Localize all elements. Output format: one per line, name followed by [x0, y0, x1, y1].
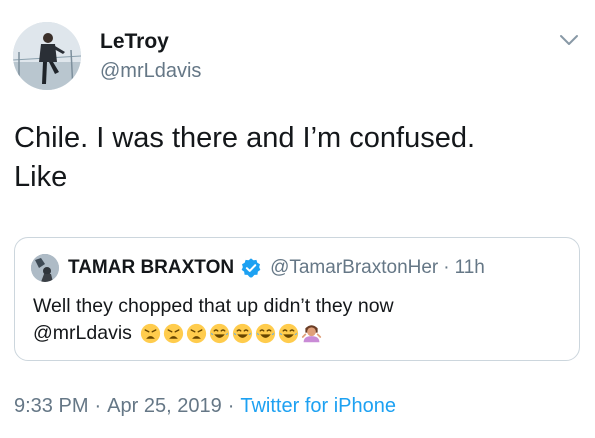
quoted-avatar[interactable]	[31, 254, 59, 282]
quoted-mention[interactable]: @mrLdavis	[33, 320, 132, 347]
tears-of-joy-icon	[232, 323, 253, 344]
weary-face-icon	[163, 323, 184, 344]
avatar-photo	[13, 22, 81, 90]
quoted-display-name[interactable]: TAMAR BRAXTON	[68, 257, 234, 279]
quoted-header: TAMAR BRAXTON @TamarBraxtonHer · 11h	[68, 255, 485, 281]
quoted-avatar-photo	[31, 254, 59, 282]
emoji-row	[140, 323, 324, 344]
quoted-text-line-1: Well they chopped that up didn’t they no…	[33, 295, 394, 317]
quoted-text: Well they chopped that up didn’t they no…	[33, 293, 573, 347]
weary-face-icon	[140, 323, 161, 344]
tears-of-joy-icon	[278, 323, 299, 344]
chevron-down-icon[interactable]	[558, 32, 580, 48]
quoted-timestamp[interactable]: 11h	[455, 257, 485, 279]
tears-of-joy-icon	[255, 323, 276, 344]
tears-of-joy-icon	[209, 323, 230, 344]
meta-separator: ·	[94, 394, 102, 417]
quoted-separator: ·	[443, 257, 450, 278]
quoted-handle[interactable]: @TamarBraxtonHer	[270, 257, 438, 279]
meta-separator: ·	[227, 394, 235, 417]
quoted-tweet[interactable]: TAMAR BRAXTON @TamarBraxtonHer · 11h Wel…	[14, 237, 580, 361]
avatar[interactable]	[13, 22, 81, 90]
author-display-name[interactable]: LeTroy	[100, 30, 169, 54]
person-shrugging-icon	[301, 325, 322, 343]
tweet-time[interactable]: 9:33 PM	[14, 395, 88, 418]
verified-badge-icon	[241, 258, 261, 278]
tweet-text: Chile. I was there and I’m confused. Lik…	[14, 122, 476, 193]
tweet-meta: 9:33 PM · Apr 25, 2019 · Twitter for iPh…	[14, 393, 396, 419]
author-handle[interactable]: @mrLdavis	[100, 59, 201, 83]
tweet-source-link[interactable]: Twitter for iPhone	[240, 395, 396, 418]
weary-face-icon	[186, 323, 207, 344]
tweet-card: LeTroy @mrLdavis Chile. I was there and …	[0, 0, 595, 438]
tweet-date[interactable]: Apr 25, 2019	[107, 395, 222, 418]
